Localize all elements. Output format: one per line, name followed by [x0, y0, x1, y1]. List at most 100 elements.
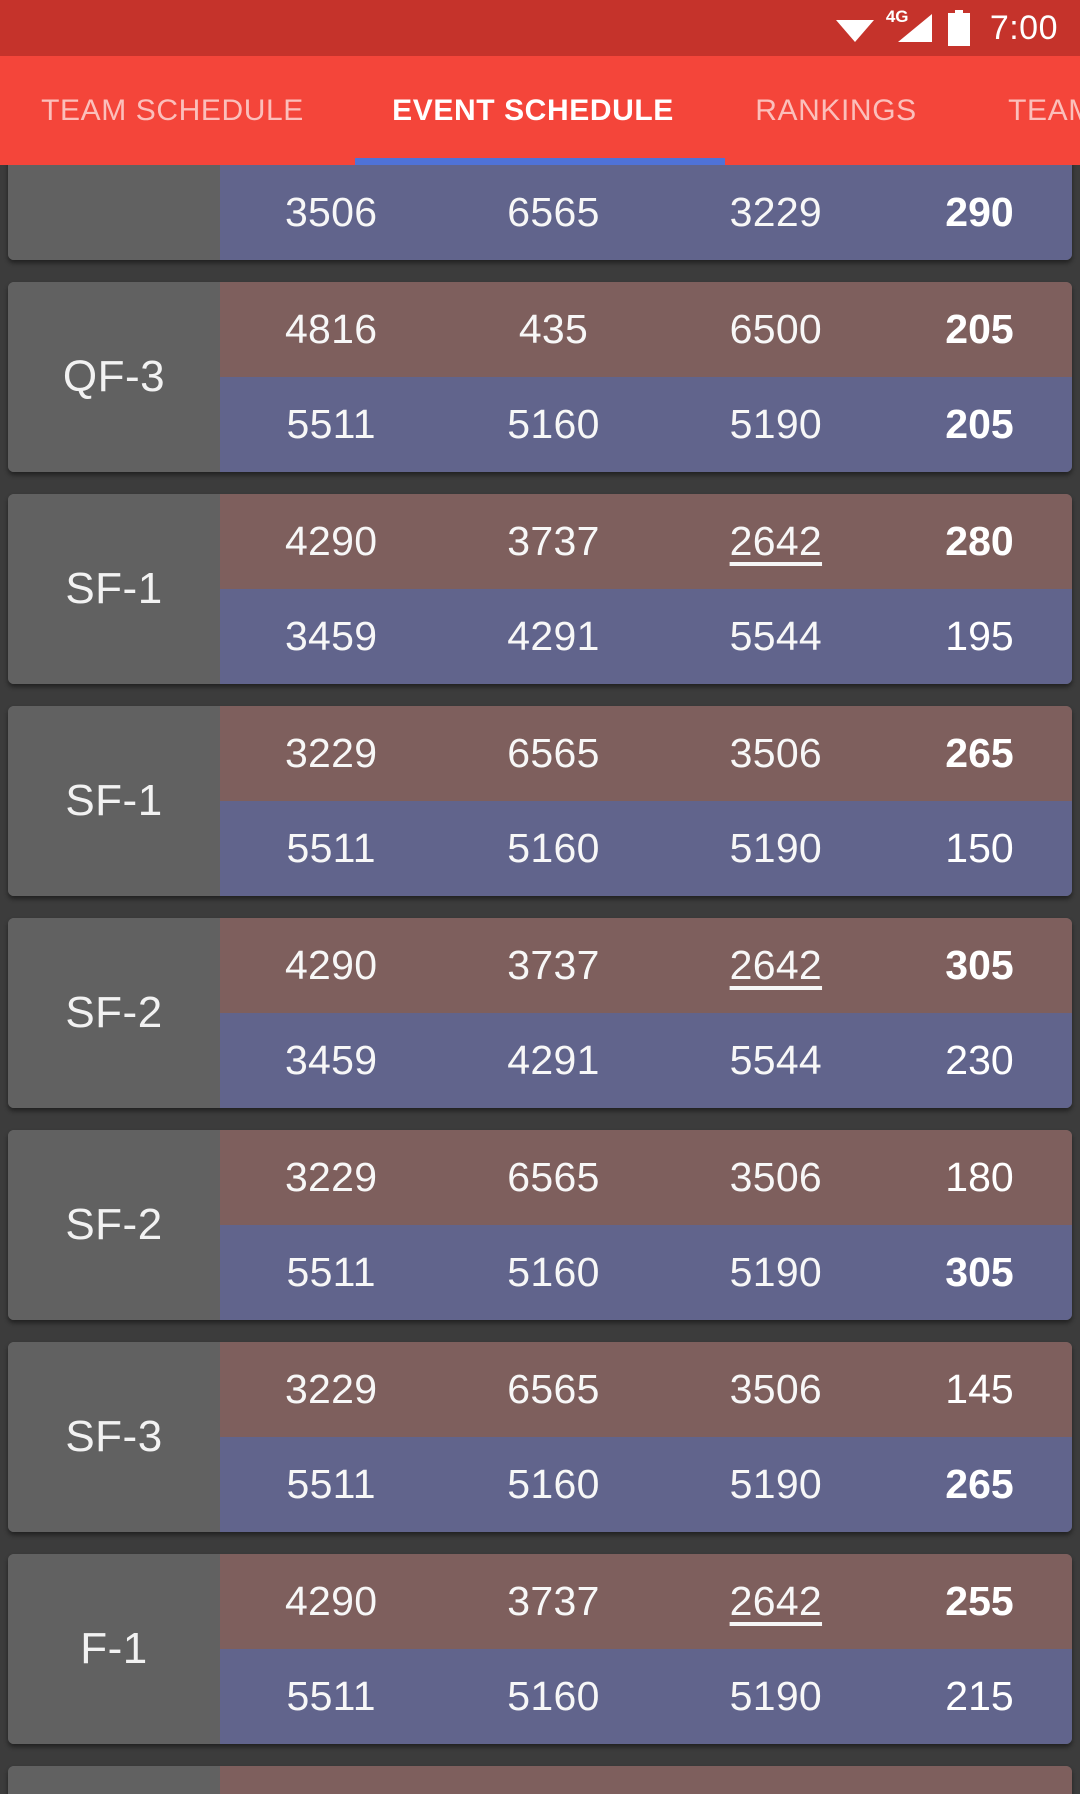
team-number[interactable]: 5190 [665, 1673, 887, 1720]
team-number[interactable]: 5511 [220, 1673, 442, 1720]
red-alliance-row[interactable]: 4816 435 6500 205 [220, 282, 1072, 377]
red-alliance-row[interactable]: 3229 6565 3506 180 [220, 1130, 1072, 1225]
alliance-group: 3229 6565 3506 145 5511 5160 5190 265 [220, 1342, 1072, 1532]
team-number[interactable]: 5160 [442, 1249, 664, 1296]
alliance-score: 265 [945, 1461, 1014, 1507]
tab-teams[interactable]: TEAM [951, 56, 1080, 165]
team-number[interactable]: 5511 [220, 401, 442, 448]
blue-alliance-row[interactable]: 5511 5160 5190 215 [220, 1649, 1072, 1744]
team-number[interactable]: 3506 [665, 1366, 887, 1413]
alliance-group: 4290 3737 2642 255 5511 5160 5190 215 [220, 1554, 1072, 1744]
team-number[interactable]: 3229 [665, 189, 887, 236]
team-number[interactable]: 5160 [442, 401, 664, 448]
status-bar-icons: 4G [834, 8, 972, 46]
alliance-score: 290 [945, 189, 1014, 235]
blue-alliance-row[interactable]: 3459 4291 5544 195 [220, 589, 1072, 684]
team-number[interactable]: 2642 [665, 942, 887, 989]
red-alliance-row[interactable]: 3229 6565 3506 265 [220, 706, 1072, 801]
blue-alliance-row[interactable]: 3459 4291 5544 230 [220, 1013, 1072, 1108]
blue-alliance-row[interactable]: 5511 5160 5190 265 [220, 1437, 1072, 1532]
team-number[interactable]: 435 [442, 306, 664, 353]
red-alliance-row[interactable]: 429037372642260 [220, 1766, 1072, 1794]
match-label [8, 165, 220, 260]
team-number[interactable]: 4291 [442, 1037, 664, 1084]
team-number[interactable]: 4291 [442, 613, 664, 660]
alliance-group: 4290 3737 2642 280 3459 4291 5544 195 [220, 494, 1072, 684]
battery-icon [946, 10, 972, 46]
tab-team-schedule[interactable]: TEAM SCHEDULE [0, 56, 345, 165]
match-label: SF-2 [8, 918, 220, 1108]
tab-rankings[interactable]: RANKINGS [721, 56, 951, 165]
team-number[interactable]: 4290 [220, 942, 442, 989]
team-number[interactable]: 4290 [220, 518, 442, 565]
team-number[interactable]: 6565 [442, 730, 664, 777]
team-number[interactable]: 5190 [665, 825, 887, 872]
blue-alliance-row[interactable]: 5511 5160 5190 305 [220, 1225, 1072, 1320]
team-number[interactable]: 4816 [220, 306, 442, 353]
team-number[interactable]: 5190 [665, 1461, 887, 1508]
team-number[interactable]: 6565 [442, 189, 664, 236]
match-card[interactable]: SF-1 3229 6565 3506 265 5511 5160 5190 150 [8, 706, 1072, 896]
team-number[interactable]: 5190 [665, 1249, 887, 1296]
alliance-group: 3229 6565 3506 180 5511 5160 5190 305 [220, 1130, 1072, 1320]
match-card[interactable]: SF-3 3229 6565 3506 145 5511 5160 5190 265 [8, 1342, 1072, 1532]
team-number[interactable]: 2642 [665, 1790, 887, 1794]
match-card[interactable]: SF-2 4290 3737 2642 305 3459 4291 5544 230 [8, 918, 1072, 1108]
clock-label: 7:00 [989, 9, 1058, 47]
tab-event-schedule[interactable]: EVENT SCHEDULE [345, 56, 721, 165]
team-number[interactable]: 4290 [220, 1578, 442, 1625]
alliance-score: 195 [945, 613, 1014, 659]
red-alliance-row[interactable]: 4290 3737 2642 305 [220, 918, 1072, 1013]
team-number[interactable]: 2642 [665, 518, 887, 565]
match-card[interactable]: SF-2 3229 6565 3506 180 5511 5160 5190 305 [8, 1130, 1072, 1320]
alliance-score: 305 [945, 942, 1014, 988]
blue-alliance-row[interactable]: 3506 6565 3229 290 [220, 165, 1072, 260]
match-label: SF-1 [8, 494, 220, 684]
alliance-score: 205 [945, 306, 1014, 352]
team-number[interactable]: 6565 [442, 1366, 664, 1413]
match-card[interactable]: SF-1 4290 3737 2642 280 3459 4291 5544 195 [8, 494, 1072, 684]
team-number[interactable]: 3459 [220, 1037, 442, 1084]
team-number[interactable]: 3506 [665, 730, 887, 777]
team-number[interactable]: 4290 [220, 1790, 442, 1794]
red-alliance-row[interactable]: 4290 3737 2642 280 [220, 494, 1072, 589]
team-number[interactable]: 5511 [220, 1249, 442, 1296]
match-label: QF-3 [8, 282, 220, 472]
team-number[interactable]: 3737 [442, 518, 664, 565]
team-number[interactable]: 5190 [665, 401, 887, 448]
team-number[interactable]: 6565 [442, 1154, 664, 1201]
alliance-score: 205 [945, 401, 1014, 447]
team-number[interactable]: 5544 [665, 613, 887, 660]
team-number[interactable]: 3506 [665, 1154, 887, 1201]
team-number[interactable]: 3459 [220, 613, 442, 660]
match-card[interactable]: F-1 4290 3737 2642 255 5511 5160 5190 215 [8, 1554, 1072, 1744]
signal-icon: 4G [886, 8, 934, 44]
team-number[interactable]: 3229 [220, 1366, 442, 1413]
team-number[interactable]: 5511 [220, 1461, 442, 1508]
blue-alliance-row[interactable]: 5511 5160 5190 205 [220, 377, 1072, 472]
match-label: SF-3 [8, 1342, 220, 1532]
team-number[interactable]: 3229 [220, 730, 442, 777]
alliance-group: 4816 435 6500 205 5511 5160 5190 205 [220, 282, 1072, 472]
event-schedule-list[interactable]: 3506 6565 3229 290 QF-3 4816 435 6500 205 5511 516… [0, 165, 1080, 1794]
match-card[interactable]: F-2429037372642260551151605190205 [8, 1766, 1072, 1794]
match-card[interactable]: 3506 6565 3229 290 [8, 165, 1072, 260]
red-alliance-row[interactable]: 4290 3737 2642 255 [220, 1554, 1072, 1649]
team-number[interactable]: 2642 [665, 1578, 887, 1625]
red-alliance-row[interactable]: 3229 6565 3506 145 [220, 1342, 1072, 1437]
blue-alliance-row[interactable]: 5511 5160 5190 150 [220, 801, 1072, 896]
team-number[interactable]: 3737 [442, 1578, 664, 1625]
match-card[interactable]: QF-3 4816 435 6500 205 5511 5160 5190 205 [8, 282, 1072, 472]
team-number[interactable]: 5544 [665, 1037, 887, 1084]
team-number[interactable]: 5160 [442, 825, 664, 872]
team-number[interactable]: 3737 [442, 942, 664, 989]
team-number[interactable]: 3506 [220, 189, 442, 236]
team-number[interactable]: 5511 [220, 825, 442, 872]
team-number[interactable]: 5160 [442, 1461, 664, 1508]
alliance-score: 180 [945, 1154, 1014, 1200]
team-number[interactable]: 3229 [220, 1154, 442, 1201]
alliance-score: 255 [945, 1578, 1014, 1624]
team-number[interactable]: 6500 [665, 306, 887, 353]
team-number[interactable]: 3737 [442, 1790, 664, 1794]
team-number[interactable]: 5160 [442, 1673, 664, 1720]
